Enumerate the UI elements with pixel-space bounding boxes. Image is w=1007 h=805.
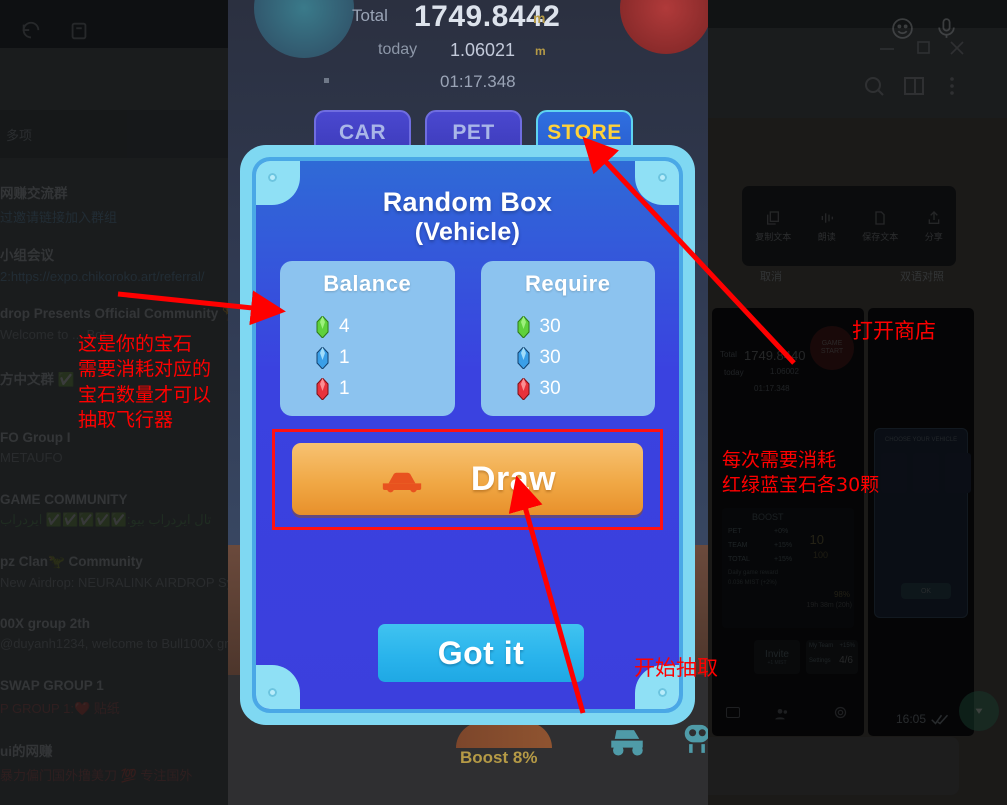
screw-dot [658, 173, 667, 182]
screw-dot [658, 688, 667, 697]
require-value-blue: 30 [539, 346, 561, 368]
red-gem-icon [517, 377, 530, 400]
status-dot [324, 78, 329, 83]
require-value-red: 30 [539, 377, 561, 399]
require-row-green: 30 [517, 311, 656, 342]
annotation-consume-note: 每次需要消耗 红绿蓝宝石各30颗 [722, 449, 880, 497]
balance-panel: Balance 4 1 1 [280, 261, 455, 416]
require-panel: Require 30 30 30 [480, 261, 656, 416]
balance-value-green: 4 [339, 315, 350, 337]
boost-arc-left [456, 722, 552, 748]
balance-row-red: 1 [316, 373, 455, 404]
blue-gem-icon [316, 346, 329, 369]
require-rows: 30 30 30 [517, 311, 656, 404]
dialog-title-line2: (Vehicle) [414, 218, 521, 247]
total-currency: m [533, 10, 546, 26]
require-row-red: 30 [517, 373, 656, 404]
require-heading: Require [525, 271, 611, 296]
balance-value-blue: 1 [339, 346, 350, 368]
dialog-title-line1: Random Box [382, 187, 553, 217]
green-gem-icon [517, 315, 530, 338]
balance-row-blue: 1 [316, 342, 455, 373]
annotation-gem-note: 这是你的宝石 需要消耗对应的 宝石数量才可以 抽取飞行器 [78, 333, 212, 431]
total-label: Total [352, 6, 388, 25]
balance-value-red: 1 [339, 377, 350, 399]
draw-button-label: Draw [470, 459, 557, 498]
annotation-start-draw: 开始抽取 [634, 656, 718, 680]
annotation-open-store: 打开商店 [852, 319, 936, 343]
dialog-body: Random Box (Vehicle) Balance 4 1 1 Requi… [252, 157, 683, 713]
boost-label: Boost 8% [460, 748, 538, 767]
dialog-title: Random Box (Vehicle) [256, 187, 679, 247]
game-screenshot: Total 1749.8442 m today 1.06021 m 01:17.… [228, 0, 708, 805]
screw-dot [268, 173, 277, 182]
balance-heading: Balance [323, 271, 412, 296]
gem-panels: Balance 4 1 1 Require 30 30 30 [280, 261, 655, 416]
robot-icon[interactable] [676, 718, 708, 758]
today-currency: m [535, 44, 546, 58]
today-label: today [378, 41, 418, 58]
car-icon [379, 466, 425, 493]
screw-dot [268, 688, 277, 697]
require-value-green: 30 [539, 315, 561, 337]
gotit-button[interactable]: Got it [378, 624, 584, 682]
green-gem-icon [316, 315, 329, 338]
balance-rows: 4 1 1 [316, 311, 455, 404]
require-row-blue: 30 [517, 342, 656, 373]
race-timer: 01:17.348 [440, 72, 516, 91]
balance-row-green: 4 [316, 311, 455, 342]
red-gem-icon [316, 377, 329, 400]
random-box-dialog: Random Box (Vehicle) Balance 4 1 1 Requi… [240, 145, 695, 725]
draw-button[interactable]: Draw [292, 443, 643, 515]
blue-gem-icon [517, 346, 530, 369]
today-value: 1.06021 [450, 40, 516, 60]
